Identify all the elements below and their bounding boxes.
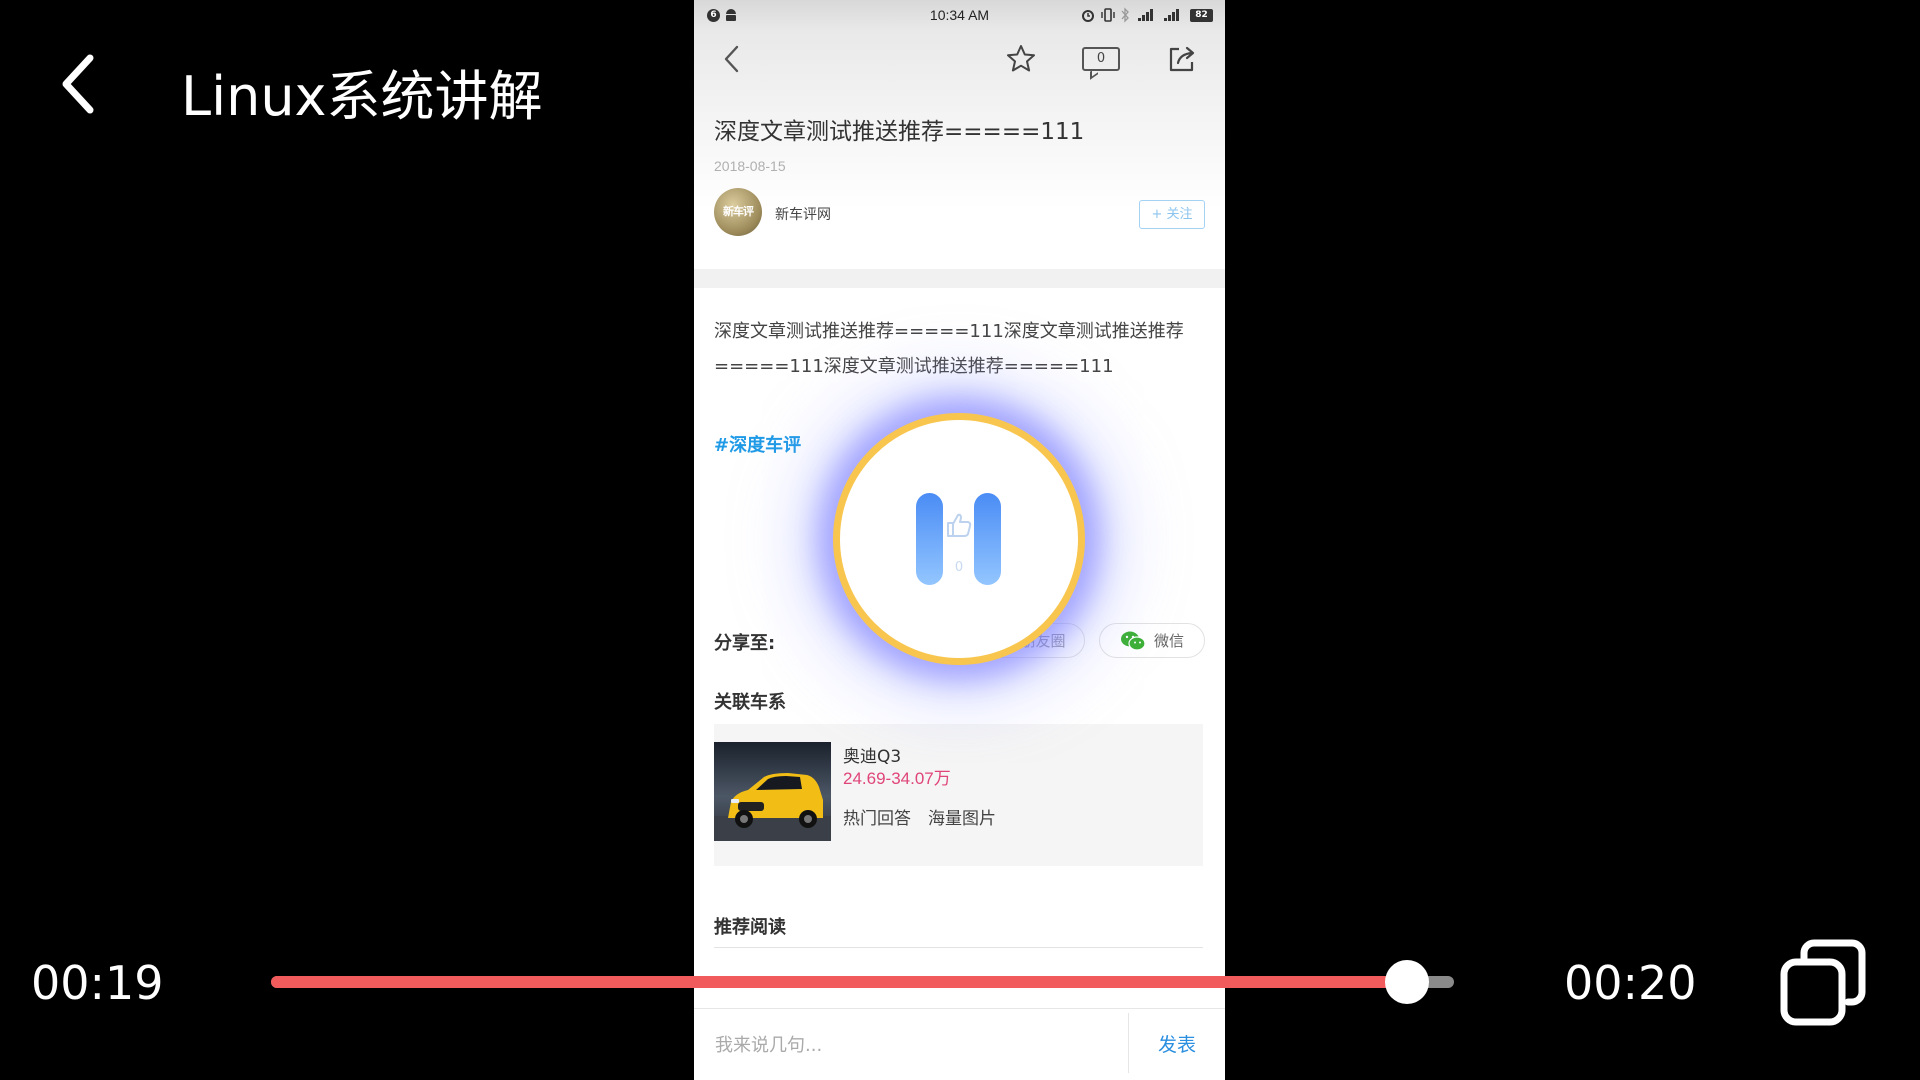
pause-bar-left[interactable] xyxy=(916,493,943,585)
photos-link[interactable]: 海量图片 xyxy=(928,804,996,829)
wechat-icon xyxy=(1120,631,1146,651)
article-body: 深度文章测试推送推荐=====111深度文章测试推送推荐=====111深度文章… xyxy=(714,321,1184,377)
share-wechat-label: 微信 xyxy=(1153,632,1184,650)
topic-tag[interactable]: #深度车评 xyxy=(714,431,801,457)
back-icon[interactable] xyxy=(721,44,743,74)
comment-bar: 发表 xyxy=(694,1008,1225,1080)
status-bar: 6 10:34 AM 82 xyxy=(694,0,1225,31)
star-icon[interactable] xyxy=(1005,43,1037,75)
follow-button[interactable]: + 关注 xyxy=(1139,200,1205,229)
car-price: 24.69-34.07万 xyxy=(843,769,951,788)
wifi-signal-icon xyxy=(1138,9,1153,21)
like-count: 0 xyxy=(954,560,964,575)
duration: 00:20 xyxy=(1564,956,1697,1010)
pause-bar-right[interactable] xyxy=(974,493,1001,585)
phone-screen: 6 10:34 AM 82 0 深度文章测试推送推荐=====111 2018-… xyxy=(694,0,1225,1080)
related-heading: 关联车系 xyxy=(714,692,786,713)
current-time: 00:19 xyxy=(31,956,164,1010)
video-title: Linux系统讲解 xyxy=(181,65,543,128)
share-label: 分享至: xyxy=(714,633,776,654)
player-back-icon[interactable] xyxy=(58,53,98,115)
article-date: 2018-08-15 xyxy=(714,158,786,174)
author-name[interactable]: 新车评网 xyxy=(775,204,831,224)
progress-thumb[interactable] xyxy=(1384,960,1429,1004)
share-icon[interactable] xyxy=(1166,43,1198,75)
article-title: 深度文章测试推送推荐=====111 xyxy=(714,119,1085,145)
progress-fill xyxy=(271,976,1407,988)
author-avatar[interactable]: 新车评 xyxy=(714,188,762,236)
share-wechat-button[interactable]: 微信 xyxy=(1099,623,1205,658)
thumbs-up-icon xyxy=(947,513,972,537)
recommend-divider xyxy=(714,947,1203,948)
related-car-card[interactable]: 奥迪Q3 24.69-34.07万 热门回答 海量图片 xyxy=(714,724,1203,866)
fullscreen-window-icon[interactable] xyxy=(1778,938,1868,1028)
avatar-logo-text: 新车评 xyxy=(723,205,754,218)
vibrate-icon xyxy=(1101,8,1115,22)
progress-track[interactable] xyxy=(271,976,1454,988)
hot-answers-link[interactable]: 热门回答 xyxy=(843,804,911,829)
section-divider xyxy=(694,269,1225,288)
car-image[interactable] xyxy=(714,742,831,841)
alarm-icon xyxy=(1082,10,1094,22)
battery-icon: 82 xyxy=(1190,9,1213,22)
comment-input[interactable] xyxy=(694,1009,1128,1080)
recommend-heading: 推荐阅读 xyxy=(714,917,786,938)
comment-count-icon[interactable]: 0 xyxy=(1082,47,1120,71)
cell-signal-icon xyxy=(1164,9,1179,21)
bluetooth-icon xyxy=(1121,7,1129,23)
submit-comment-button[interactable]: 发表 xyxy=(1129,1009,1225,1080)
